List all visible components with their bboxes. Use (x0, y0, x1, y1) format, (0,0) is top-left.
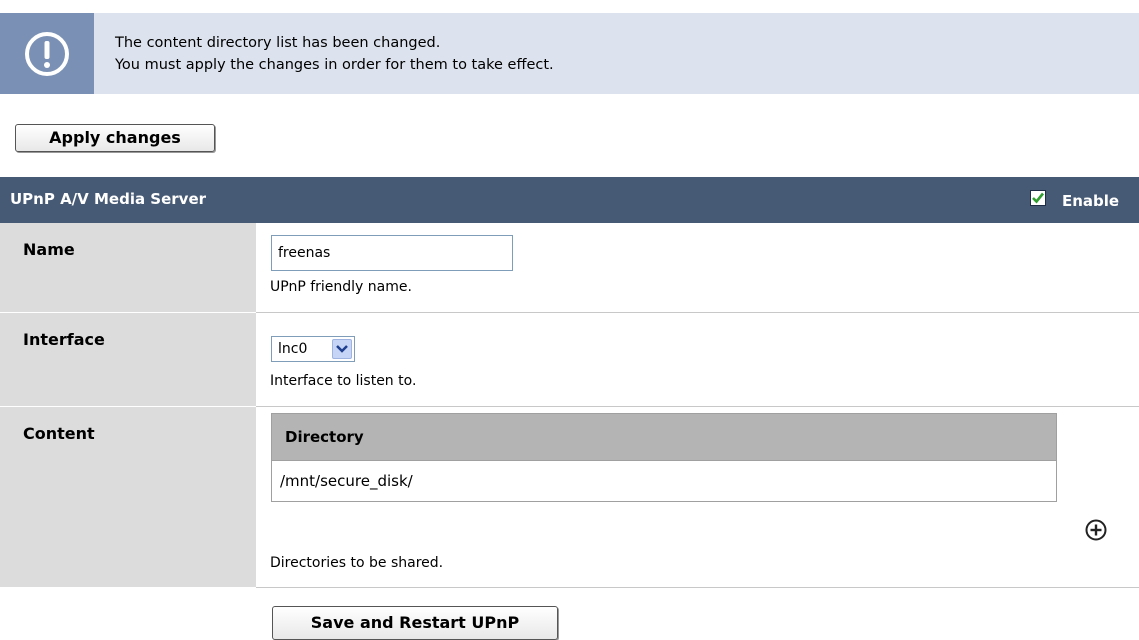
interface-row-value: lnc0 Interface to listen to. (256, 313, 1139, 407)
checkmark-icon (1032, 192, 1045, 204)
directory-column-header: Directory (271, 413, 1057, 461)
notice-banner: The content directory list has been chan… (0, 13, 1139, 94)
apply-changes-button[interactable]: Apply changes (15, 124, 215, 152)
name-row-label: Name (0, 223, 256, 313)
name-input[interactable] (271, 235, 513, 271)
interface-select[interactable]: lnc0 (271, 336, 355, 362)
notice-line-1: The content directory list has been chan… (115, 35, 441, 51)
content-label: Content (23, 424, 95, 443)
interface-selected-value: lnc0 (278, 341, 308, 357)
directory-table-header-row: Directory (271, 413, 1057, 461)
notice-text: The content directory list has been chan… (115, 32, 554, 76)
enable-label: Enable (1062, 192, 1120, 210)
content-row-value: Directory /mnt/secure_disk/ Directories … (256, 407, 1139, 588)
panel-header: UPnP A/V Media Server Enable (0, 177, 1139, 223)
panel-title: UPnP A/V Media Server (10, 190, 207, 208)
directory-table: Directory /mnt/secure_disk/ (271, 413, 1057, 502)
name-label: Name (23, 240, 75, 259)
chevron-down-icon (336, 345, 348, 353)
enable-checkbox[interactable] (1030, 190, 1046, 206)
notice-icon-box (0, 13, 94, 94)
notice-line-2: You must apply the changes in order for … (115, 57, 554, 73)
interface-label: Interface (23, 330, 105, 349)
dropdown-arrow[interactable] (332, 339, 352, 359)
content-row-label: Content (0, 407, 256, 588)
name-hint: UPnP friendly name. (270, 279, 412, 295)
name-row-value: UPnP friendly name. (256, 223, 1139, 313)
content-hint: Directories to be shared. (270, 555, 444, 571)
exclamation-icon (25, 32, 69, 76)
plus-circle-icon[interactable] (1085, 519, 1107, 541)
interface-row-label: Interface (0, 313, 256, 407)
table-row[interactable]: /mnt/secure_disk/ (271, 460, 1057, 502)
save-and-restart-button[interactable]: Save and Restart UPnP (272, 606, 558, 640)
interface-hint: Interface to listen to. (270, 373, 417, 389)
directory-cell[interactable]: /mnt/secure_disk/ (271, 460, 1057, 502)
